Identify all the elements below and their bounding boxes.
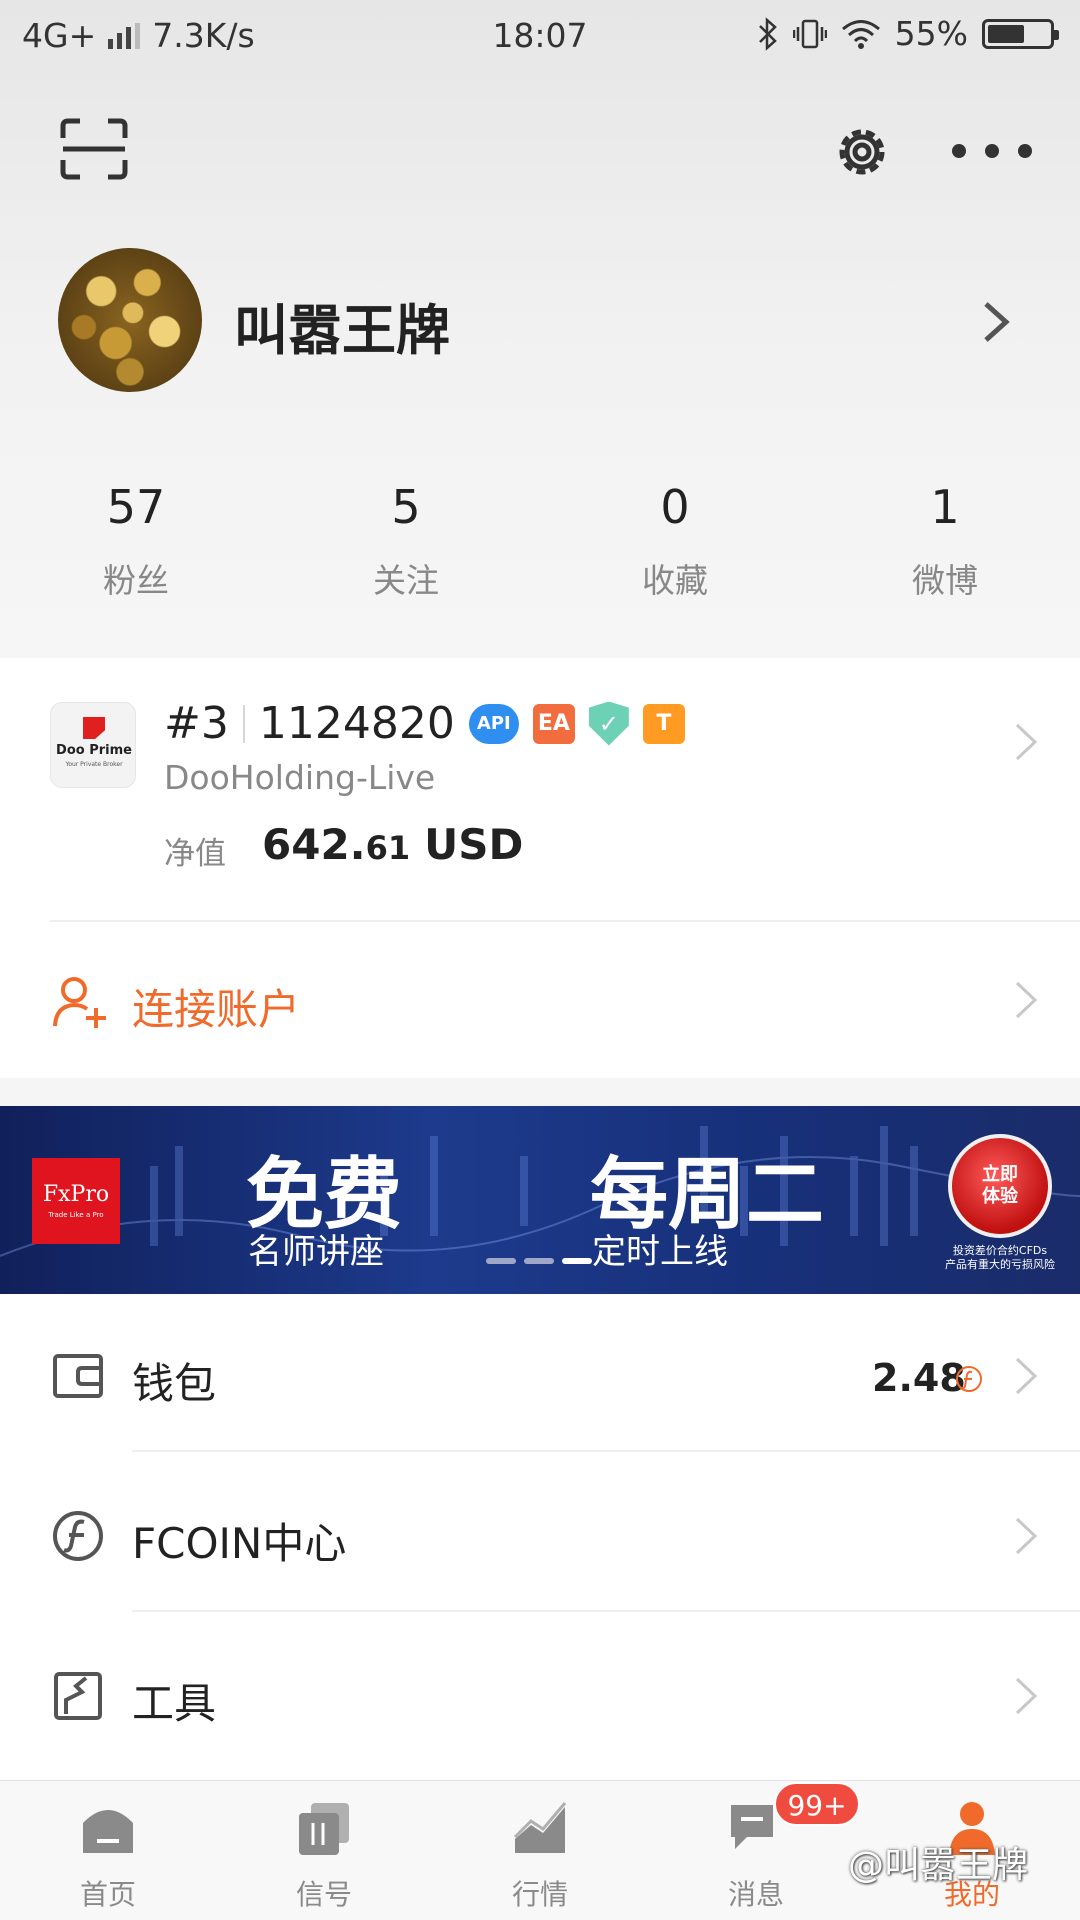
equity-label: 净值 [164, 836, 226, 872]
risk-line: 产品有重大的亏损风险 [945, 1258, 1055, 1271]
menu-label: 钱包 [132, 1359, 217, 1408]
broker-name: Doo Prime [56, 743, 132, 758]
stat-label: 关注 [373, 561, 439, 600]
stat-followers[interactable]: 57 粉丝 [56, 480, 216, 602]
try-now-button[interactable]: 立即体验 [948, 1134, 1052, 1238]
chevron-right-icon [1015, 1357, 1038, 1395]
equity-value: 642. 61 USD [262, 820, 523, 869]
tab-home[interactable]: 首页 [48, 1799, 168, 1913]
menu-label: FCOIN中心 [132, 1519, 347, 1568]
tab-label: 行情 [511, 1878, 568, 1911]
risk-warning: 投资差价合约CFDs 产品有重大的亏损风险 [938, 1244, 1062, 1272]
stat-label: 收藏 [642, 561, 708, 600]
watermark: @叫嚣王牌 [848, 1845, 1029, 1886]
carousel-indicator [486, 1258, 592, 1264]
battery-icon [982, 18, 1059, 49]
profile-header: 4G+ 7.3K/s 18:07 55% 叫嚣王牌 57 粉丝 5 关注 0 收… [0, 0, 1080, 658]
status-bar: 4G+ 7.3K/s 18:07 55% [0, 0, 1080, 74]
message-count-badge: 99+ [774, 1782, 860, 1826]
account-rank: #3 [164, 698, 229, 749]
stat-value: 1 [930, 480, 960, 534]
chevron-right-icon[interactable] [978, 300, 1014, 344]
stat-label: 粉丝 [103, 561, 169, 600]
broker-tagline: Your Private Broker [65, 761, 123, 768]
tab-market[interactable]: 行情 [480, 1799, 600, 1913]
stat-value: 0 [660, 480, 690, 534]
stat-value: 5 [391, 480, 421, 534]
fxpro-name: FxPro [42, 1182, 110, 1207]
banner-subtitle: 定时上线 [592, 1232, 728, 1272]
stats-row: 57 粉丝 5 关注 0 收藏 1 微博 [0, 480, 1080, 610]
divider [132, 1610, 1080, 1612]
try-now-label: 立即体验 [982, 1164, 1018, 1207]
signals-icon [299, 1803, 349, 1855]
chevron-right-icon[interactable] [1012, 722, 1040, 762]
market-icon [513, 1802, 567, 1853]
chart-background [0, 1126, 1080, 1257]
chevron-right-icon [1015, 1677, 1038, 1715]
menu-item-wallet[interactable]: 钱包 2.48 [0, 1294, 1080, 1452]
account-number: 1124820 [258, 698, 455, 749]
verified-shield-icon: ✓ [588, 701, 629, 746]
tab-label: 信号 [295, 1878, 352, 1911]
fxpro-tagline: Trade Like a Pro [48, 1211, 104, 1219]
stat-value: 57 [106, 480, 166, 534]
stat-following[interactable]: 5 关注 [326, 480, 486, 602]
banner-subtitle: 名师讲座 [248, 1232, 384, 1272]
more-icon[interactable] [952, 136, 1032, 166]
fxpro-logo: FxPro Trade Like a Pro [32, 1158, 120, 1244]
divider [132, 1450, 1080, 1452]
risk-line: 投资差价合约CFDs [952, 1244, 1048, 1257]
tools-icon [54, 1672, 102, 1720]
equity-currency: USD [424, 820, 524, 869]
menu-list: 钱包 2.48 FCOIN中心 工具 [0, 1294, 1080, 1780]
menu-item-tools[interactable]: 工具 [0, 1614, 1080, 1772]
divider [50, 920, 1080, 922]
fcoin-icon [53, 1511, 103, 1561]
scan-icon[interactable] [60, 118, 128, 180]
fcoin-icon [956, 1366, 982, 1392]
menu-label: 工具 [132, 1679, 217, 1728]
stat-label: 微博 [912, 561, 978, 600]
separator [242, 704, 245, 743]
account-server: DooHolding-Live [164, 758, 436, 797]
home-icon [83, 1810, 133, 1853]
wifi-icon [841, 19, 880, 49]
wallet-icon [53, 1354, 103, 1398]
chevron-right-icon [1015, 1517, 1038, 1555]
chevron-right-icon[interactable] [1012, 980, 1040, 1020]
tab-label: 消息 [727, 1878, 784, 1911]
tab-label: 首页 [79, 1878, 136, 1911]
connect-account-button[interactable]: 连接账户 [132, 976, 300, 1037]
broker-logo: Doo Prime Your Private Broker [50, 702, 136, 788]
gear-icon[interactable] [830, 120, 894, 184]
equity-integer: 642. [262, 820, 366, 869]
stat-weibo[interactable]: 1 微博 [865, 480, 1025, 602]
add-user-icon[interactable] [52, 974, 108, 1030]
battery-percent: 55% [894, 14, 968, 53]
avatar[interactable] [58, 248, 202, 392]
menu-item-fcoin[interactable]: FCOIN中心 [0, 1454, 1080, 1612]
equity-decimal: 61 [365, 829, 411, 867]
username[interactable]: 叫嚣王牌 [234, 286, 450, 365]
promo-banner[interactable]: FxPro Trade Like a Pro 免费 名师讲座 每周二 定时上线 … [0, 1106, 1080, 1294]
bluetooth-icon [758, 16, 777, 51]
ea-badge: EA [532, 703, 575, 744]
tab-signals[interactable]: 信号 [264, 1799, 384, 1913]
stat-favorites[interactable]: 0 收藏 [595, 480, 755, 602]
api-badge: API [468, 703, 519, 744]
vibrate-icon [792, 19, 827, 48]
wallet-balance: 2.48 [872, 1356, 966, 1400]
t-badge: T [642, 703, 685, 744]
